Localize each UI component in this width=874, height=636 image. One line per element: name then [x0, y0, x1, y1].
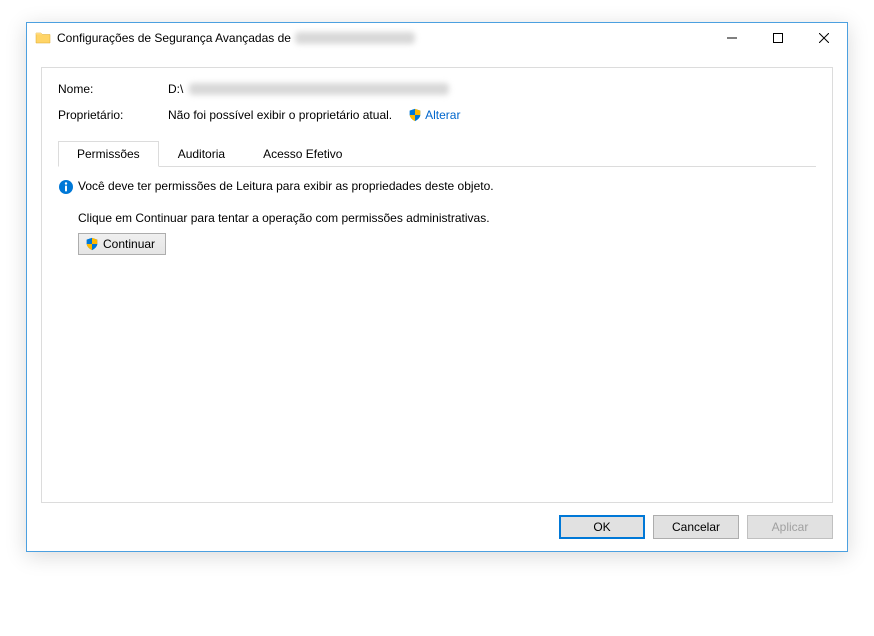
advanced-security-window: Configurações de Segurança Avançadas de … [26, 22, 848, 552]
window-title: Configurações de Segurança Avançadas de [57, 31, 709, 45]
shield-icon [408, 108, 422, 122]
tab-permissions[interactable]: Permissões [58, 141, 159, 167]
apply-button[interactable]: Aplicar [747, 515, 833, 539]
continue-button[interactable]: Continuar [78, 233, 166, 255]
name-label: Nome: [58, 82, 168, 96]
button-bar: OK Cancelar Aplicar [41, 503, 833, 539]
info-message: Você deve ter permissões de Leitura para… [58, 179, 816, 195]
redacted-path [189, 83, 449, 95]
minimize-button[interactable] [709, 23, 755, 53]
inner-panel: Nome: D:\ Proprietário: Não foi possível… [41, 67, 833, 503]
titlebar: Configurações de Segurança Avançadas de [27, 23, 847, 53]
owner-value: Não foi possível exibir o proprietário a… [168, 108, 460, 122]
redacted-text [295, 32, 415, 44]
info-icon [58, 179, 74, 195]
tabs: Permissões Auditoria Acesso Efetivo [58, 140, 816, 167]
maximize-button[interactable] [755, 23, 801, 53]
info-text: Você deve ter permissões de Leitura para… [78, 179, 494, 193]
content-area: Nome: D:\ Proprietário: Não foi possível… [27, 53, 847, 551]
name-row: Nome: D:\ [58, 82, 816, 96]
tab-auditing[interactable]: Auditoria [159, 141, 244, 167]
cancel-button[interactable]: Cancelar [653, 515, 739, 539]
owner-label: Proprietário: [58, 108, 168, 122]
shield-icon [85, 237, 99, 251]
change-owner-link[interactable]: Alterar [408, 108, 460, 122]
tab-effective-access[interactable]: Acesso Efetivo [244, 141, 361, 167]
owner-row: Proprietário: Não foi possível exibir o … [58, 108, 816, 122]
instruction-text: Clique em Continuar para tentar a operaç… [78, 211, 816, 225]
tab-content: Você deve ter permissões de Leitura para… [58, 167, 816, 490]
close-button[interactable] [801, 23, 847, 53]
name-value: D:\ [168, 82, 449, 96]
folder-icon [35, 30, 51, 46]
ok-button[interactable]: OK [559, 515, 645, 539]
window-controls [709, 23, 847, 53]
